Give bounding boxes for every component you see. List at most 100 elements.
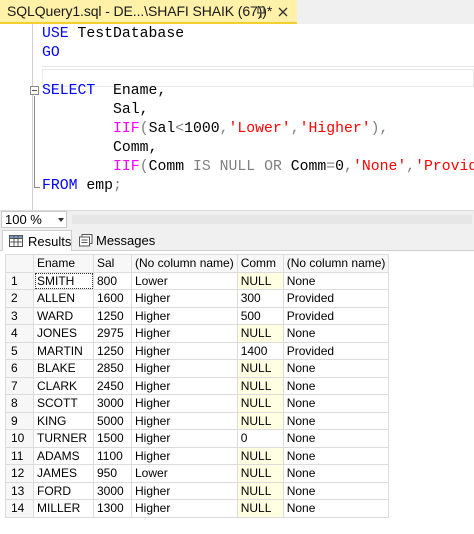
table-row[interactable]: 1 SMITH 800 Lower NULL None — [5, 271, 390, 290]
row-number[interactable]: 2 — [5, 289, 34, 308]
table-cell[interactable]: NULL — [236, 411, 284, 430]
table-row[interactable]: 2 ALLEN 1600 Higher 300 Provided — [5, 289, 390, 308]
table-cell[interactable]: None — [282, 376, 390, 395]
row-number[interactable]: 3 — [5, 306, 34, 325]
table-cell[interactable]: TURNER — [33, 429, 94, 448]
table-row[interactable]: 13 FORD 3000 Higher NULL None — [5, 481, 390, 500]
table-cell[interactable]: WARD — [33, 306, 94, 325]
table-cell[interactable]: 1100 — [93, 446, 132, 465]
table-cell[interactable]: MILLER — [33, 499, 94, 518]
table-cell[interactable]: Higher — [131, 306, 238, 325]
table-row[interactable]: 9 KING 5000 Higher NULL None — [5, 411, 390, 430]
table-cell[interactable]: 0 — [236, 429, 284, 448]
table-cell[interactable]: NULL — [236, 481, 284, 500]
table-row[interactable]: 3 WARD 1250 Higher 500 Provided — [5, 306, 390, 325]
row-number[interactable]: 6 — [5, 359, 34, 378]
table-cell[interactable]: 3000 — [93, 394, 132, 413]
table-cell[interactable]: BLAKE — [33, 359, 94, 378]
table-cell[interactable]: Lower — [131, 464, 238, 483]
table-cell[interactable]: ADAMS — [33, 446, 94, 465]
table-cell[interactable]: FORD — [33, 481, 94, 500]
table-cell[interactable]: NULL — [236, 499, 284, 518]
table-cell[interactable]: Higher — [131, 324, 238, 343]
horizontal-scrollbar[interactable] — [72, 215, 472, 224]
table-cell[interactable]: Provided — [282, 341, 390, 360]
table-cell[interactable]: SMITH — [33, 271, 94, 290]
column-header-sal[interactable]: Sal — [93, 254, 132, 273]
table-cell[interactable]: Lower — [131, 271, 238, 290]
zoom-dropdown[interactable]: 100 % — [1, 211, 67, 228]
table-cell[interactable]: 1400 — [236, 341, 284, 360]
table-cell[interactable]: NULL — [236, 324, 284, 343]
table-row[interactable]: 6 BLAKE 2850 Higher NULL None — [5, 359, 390, 378]
close-icon[interactable] — [275, 4, 291, 20]
pin-icon[interactable] — [254, 4, 270, 20]
table-cell[interactable]: Higher — [131, 289, 238, 308]
table-row[interactable]: 5 MARTIN 1250 Higher 1400 Provided — [5, 341, 390, 360]
table-cell[interactable]: NULL — [236, 446, 284, 465]
chevron-down-icon[interactable] — [58, 218, 64, 222]
table-cell[interactable]: Higher — [131, 429, 238, 448]
table-cell[interactable]: Provided — [282, 289, 390, 308]
table-cell[interactable]: 300 — [236, 289, 284, 308]
table-cell[interactable]: 1600 — [93, 289, 132, 308]
query-editor[interactable]: USE TestDatabase GO SELECT Ename, Sal, I… — [0, 24, 474, 210]
collapse-toggle-icon[interactable] — [30, 86, 39, 95]
table-cell[interactable]: Higher — [131, 499, 238, 518]
table-cell[interactable]: NULL — [236, 376, 284, 395]
table-cell[interactable]: CLARK — [33, 376, 94, 395]
row-number[interactable]: 8 — [5, 394, 34, 413]
column-header-comm[interactable]: Comm — [236, 254, 284, 273]
table-cell[interactable]: 2850 — [93, 359, 132, 378]
query-tab-title[interactable]: SQLQuery1.sql - DE...\SHAFI SHAIK (67))* — [7, 3, 272, 19]
table-cell[interactable]: None — [282, 359, 390, 378]
table-cell[interactable]: Higher — [131, 446, 238, 465]
table-cell[interactable]: Higher — [131, 376, 238, 395]
table-cell[interactable]: SCOTT — [33, 394, 94, 413]
table-cell[interactable]: JAMES — [33, 464, 94, 483]
row-number[interactable]: 9 — [5, 411, 34, 430]
table-cell[interactable]: 500 — [236, 306, 284, 325]
table-cell[interactable]: JONES — [33, 324, 94, 343]
row-number[interactable]: 5 — [5, 341, 34, 360]
column-header-no-column-name-1[interactable]: (No column name) — [131, 254, 238, 273]
table-row[interactable]: 12 JAMES 950 Lower NULL None — [5, 464, 390, 483]
table-row[interactable]: 4 JONES 2975 Higher NULL None — [5, 324, 390, 343]
table-cell[interactable]: Higher — [131, 359, 238, 378]
table-row[interactable]: 10 TURNER 1500 Higher 0 None — [5, 429, 390, 448]
table-cell[interactable]: None — [282, 499, 390, 518]
table-row[interactable]: 7 CLARK 2450 Higher NULL None — [5, 376, 390, 395]
table-cell[interactable]: 1250 — [93, 306, 132, 325]
row-number[interactable]: 7 — [5, 376, 34, 395]
column-header-ename[interactable]: Ename — [33, 254, 94, 273]
table-row[interactable]: 8 SCOTT 3000 Higher NULL None — [5, 394, 390, 413]
table-cell[interactable]: None — [282, 324, 390, 343]
table-cell[interactable]: None — [282, 464, 390, 483]
table-cell[interactable]: 1500 — [93, 429, 132, 448]
table-cell[interactable]: None — [282, 394, 390, 413]
table-cell[interactable]: 1300 — [93, 499, 132, 518]
table-cell[interactable]: 1250 — [93, 341, 132, 360]
table-cell[interactable]: Provided — [282, 306, 390, 325]
table-cell[interactable]: MARTIN — [33, 341, 94, 360]
table-cell[interactable]: None — [282, 429, 390, 448]
table-cell[interactable]: Higher — [131, 481, 238, 500]
table-cell[interactable]: Higher — [131, 394, 238, 413]
row-number[interactable]: 12 — [5, 464, 34, 483]
table-cell[interactable]: None — [282, 411, 390, 430]
table-row[interactable]: 14 MILLER 1300 Higher NULL None — [5, 499, 390, 518]
table-cell[interactable]: None — [282, 271, 390, 290]
column-header-no-column-name-2[interactable]: (No column name) — [282, 254, 390, 273]
table-cell[interactable]: 5000 — [93, 411, 132, 430]
row-number[interactable]: 13 — [5, 481, 34, 500]
row-number[interactable]: 1 — [5, 271, 34, 290]
table-cell[interactable]: 2450 — [93, 376, 132, 395]
table-cell[interactable]: 950 — [93, 464, 132, 483]
table-cell[interactable]: None — [282, 481, 390, 500]
table-cell[interactable]: KING — [33, 411, 94, 430]
table-row[interactable]: 11 ADAMS 1100 Higher NULL None — [5, 446, 390, 465]
table-cell[interactable]: 2975 — [93, 324, 132, 343]
tab-results[interactable]: Results — [2, 230, 72, 251]
table-cell[interactable]: NULL — [236, 271, 284, 290]
table-cell[interactable]: 800 — [93, 271, 132, 290]
